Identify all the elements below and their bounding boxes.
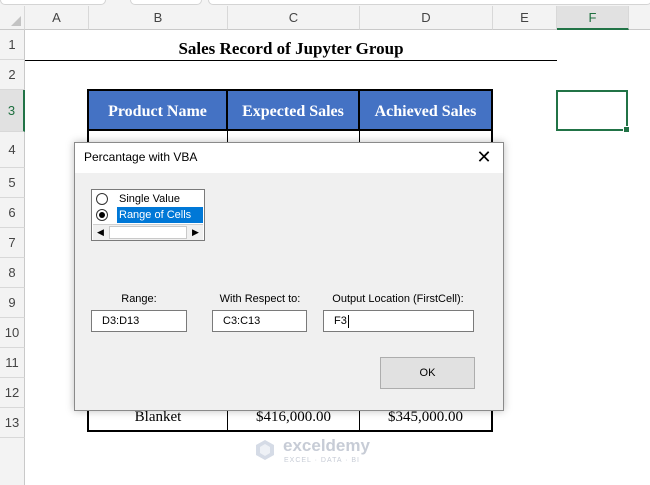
option-listbox[interactable]: Single Value Range of Cells ◀ ▶ [91,189,205,241]
listbox-scrollbar[interactable]: ◀ ▶ [93,224,203,240]
scroll-left-icon[interactable]: ◀ [93,225,108,240]
option-range-of-cells[interactable]: Range of Cells [93,207,203,223]
ok-button[interactable]: OK [380,357,475,389]
select-all-corner[interactable] [0,6,25,30]
watermark-brand: exceldemy [283,436,370,455]
percentage-vba-dialog: Percantage with VBA ✕ Single Value Range… [74,142,504,411]
row-header-1[interactable]: 1 [0,30,25,60]
header-achieved-sales[interactable]: Achieved Sales [358,89,493,131]
radio-icon[interactable] [96,193,108,205]
header-product-name[interactable]: Product Name [87,89,228,131]
title-underline [25,60,557,61]
row-header-4[interactable]: 4 [0,132,25,168]
header-expected-sales[interactable]: Expected Sales [226,89,360,131]
row-header-9[interactable]: 9 [0,288,25,318]
close-icon[interactable]: ✕ [473,147,495,169]
respect-input[interactable]: C3:C13 [212,310,307,332]
sheet-tab[interactable] [0,0,106,5]
column-header-a[interactable]: A [25,6,89,30]
row-header-10[interactable]: 10 [0,318,25,348]
watermark-tagline: EXCEL · DATA · BI [284,457,360,464]
row-header-12[interactable]: 12 [0,378,25,408]
sheet-tab[interactable] [130,0,202,5]
dialog-title: Percantage with VBA [84,150,198,164]
selected-cell-f3[interactable] [556,90,630,133]
row-header-7[interactable]: 7 [0,228,25,258]
scroll-right-icon[interactable]: ▶ [188,225,203,240]
row-header-13[interactable]: 13 [0,408,25,438]
column-header-c[interactable]: C [228,6,360,30]
option-label: Single Value [119,193,180,205]
exceldemy-watermark: exceldemy EXCEL · DATA · BI [253,436,393,470]
row-header-5[interactable]: 5 [0,168,25,198]
column-header-f[interactable]: F [557,6,629,30]
option-single-value[interactable]: Single Value [93,191,203,207]
range-label: Range: [121,293,157,305]
sheet-title: Sales Record of Jupyter Group [178,39,404,58]
sheet-tab[interactable] [208,0,650,5]
radio-selected-icon[interactable] [96,209,108,221]
respect-label: With Respect to: [219,293,301,305]
column-header-d[interactable]: D [360,6,493,30]
scroll-thumb[interactable] [109,226,187,239]
column-header-b[interactable]: B [89,6,228,30]
text-cursor [347,314,349,328]
dialog-title-bar[interactable]: Percantage with VBA ✕ [75,143,503,173]
row-header-2[interactable]: 2 [0,60,25,90]
row-header-blank [0,438,25,485]
row-header-6[interactable]: 6 [0,198,25,228]
output-input[interactable]: F3 [323,310,474,332]
output-value: F3 [334,315,347,327]
row-header-11[interactable]: 11 [0,348,25,378]
column-header-e[interactable]: E [493,6,557,30]
column-header-blank[interactable] [629,6,650,30]
option-label: Range of Cells [117,207,203,223]
range-input[interactable]: D3:D13 [91,310,187,332]
row-header-3[interactable]: 3 [0,90,25,132]
exceldemy-logo-icon [256,440,274,460]
row-header-8[interactable]: 8 [0,258,25,288]
output-label: Output Location (FirstCell): [332,293,464,305]
